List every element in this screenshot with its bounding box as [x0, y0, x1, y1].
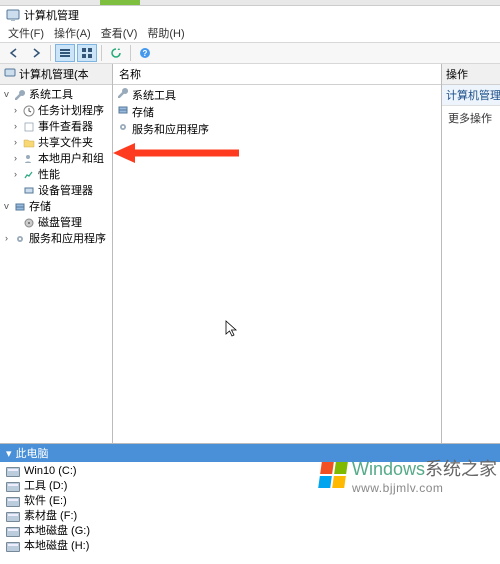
help-button[interactable]: ? [135, 44, 155, 62]
watermark-text: 系统之家 [425, 459, 497, 479]
tree-local-users[interactable]: ›本地用户和组 [2, 151, 112, 167]
list-item[interactable]: 服务和应用程序 [113, 121, 441, 138]
actions-more-link[interactable]: 更多操作 [442, 106, 500, 130]
list-item[interactable]: 系统工具 [113, 87, 441, 104]
computer-icon [4, 67, 16, 82]
tree-storage[interactable]: v存储 [2, 199, 112, 215]
drive-icon [6, 467, 20, 477]
tree-device-manager[interactable]: 设备管理器 [2, 183, 112, 199]
menu-view[interactable]: 查看(V) [97, 25, 142, 41]
svg-text:?: ? [143, 49, 148, 58]
watermark-text: Windows [352, 459, 425, 479]
menu-file[interactable]: 文件(F) [4, 25, 48, 41]
tree-services-apps[interactable]: ›服务和应用程序 [2, 231, 112, 247]
event-icon [22, 120, 36, 134]
drive-item[interactable]: 素材盘 (F:) [6, 509, 498, 524]
window-title: 计算机管理 [24, 7, 79, 23]
windows-logo-icon [318, 462, 348, 488]
menu-action[interactable]: 操作(A) [50, 25, 95, 41]
list-pane: 名称 系统工具 存储 服务和应用程序 [113, 64, 442, 443]
clock-icon [22, 104, 36, 118]
view-icons-button[interactable] [77, 44, 97, 62]
app-icon [6, 8, 20, 22]
actions-pane: 操作 计算机管理(本 更多操作 [442, 64, 500, 443]
drive-item[interactable]: 软件 (E:) [6, 494, 498, 509]
tree-pane: 计算机管理(本 v系统工具 ›任务计划程序 ›事件查看器 ›共享文件夹 ›本地用… [0, 64, 113, 443]
drive-icon [6, 482, 20, 492]
tree-shared-folders[interactable]: ›共享文件夹 [2, 135, 112, 151]
tree-performance[interactable]: ›性能 [2, 167, 112, 183]
drive-icon [6, 512, 20, 522]
nav-back-button[interactable] [4, 44, 24, 62]
actions-header: 操作 [442, 64, 500, 85]
folder-icon [22, 136, 36, 150]
drive-item[interactable]: 本地磁盘 (H:) [6, 539, 498, 554]
list-column-name[interactable]: 名称 [113, 64, 441, 85]
list-item[interactable]: 存储 [113, 104, 441, 121]
drive-icon [6, 542, 20, 552]
view-details-button[interactable] [55, 44, 75, 62]
tree-system-tools[interactable]: v系统工具 [2, 87, 112, 103]
wrench-icon [13, 88, 27, 102]
menu-bar: 文件(F) 操作(A) 查看(V) 帮助(H) [0, 24, 500, 42]
storage-icon [13, 200, 27, 214]
chevron-down-icon: ▾ [6, 447, 12, 460]
tree-header[interactable]: 计算机管理(本 [0, 64, 112, 85]
refresh-button[interactable] [106, 44, 126, 62]
watermark: Windows系统之家 www.bjjmlv.com [320, 455, 497, 495]
actions-context: 计算机管理(本 [442, 85, 500, 106]
disk-icon [22, 216, 36, 230]
gear-icon [117, 121, 129, 138]
menu-help[interactable]: 帮助(H) [143, 25, 188, 41]
gear-icon [13, 232, 27, 246]
tree-disk-management[interactable]: 磁盘管理 [2, 215, 112, 231]
title-bar: 计算机管理 [0, 6, 500, 24]
nav-forward-button[interactable] [26, 44, 46, 62]
tree-event-viewer[interactable]: ›事件查看器 [2, 119, 112, 135]
drive-item[interactable]: 本地磁盘 (G:) [6, 524, 498, 539]
users-icon [22, 152, 36, 166]
wrench-icon [117, 87, 129, 104]
storage-icon [117, 104, 129, 121]
drive-icon [6, 527, 20, 537]
mouse-cursor-icon [225, 320, 239, 341]
device-icon [22, 184, 36, 198]
tree-task-scheduler[interactable]: ›任务计划程序 [2, 103, 112, 119]
drive-icon [6, 497, 20, 507]
chart-icon [22, 168, 36, 182]
toolbar: ? [0, 42, 500, 64]
watermark-url: www.bjjmlv.com [352, 481, 497, 495]
